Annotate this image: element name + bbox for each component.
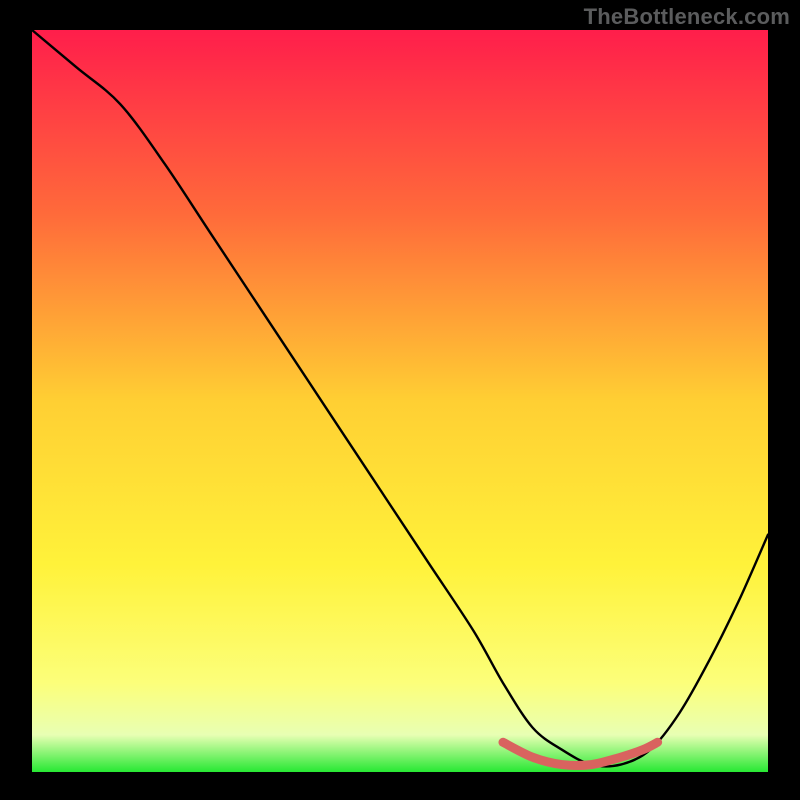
chart-background-gradient bbox=[32, 30, 768, 772]
bottleneck-chart bbox=[0, 0, 800, 800]
